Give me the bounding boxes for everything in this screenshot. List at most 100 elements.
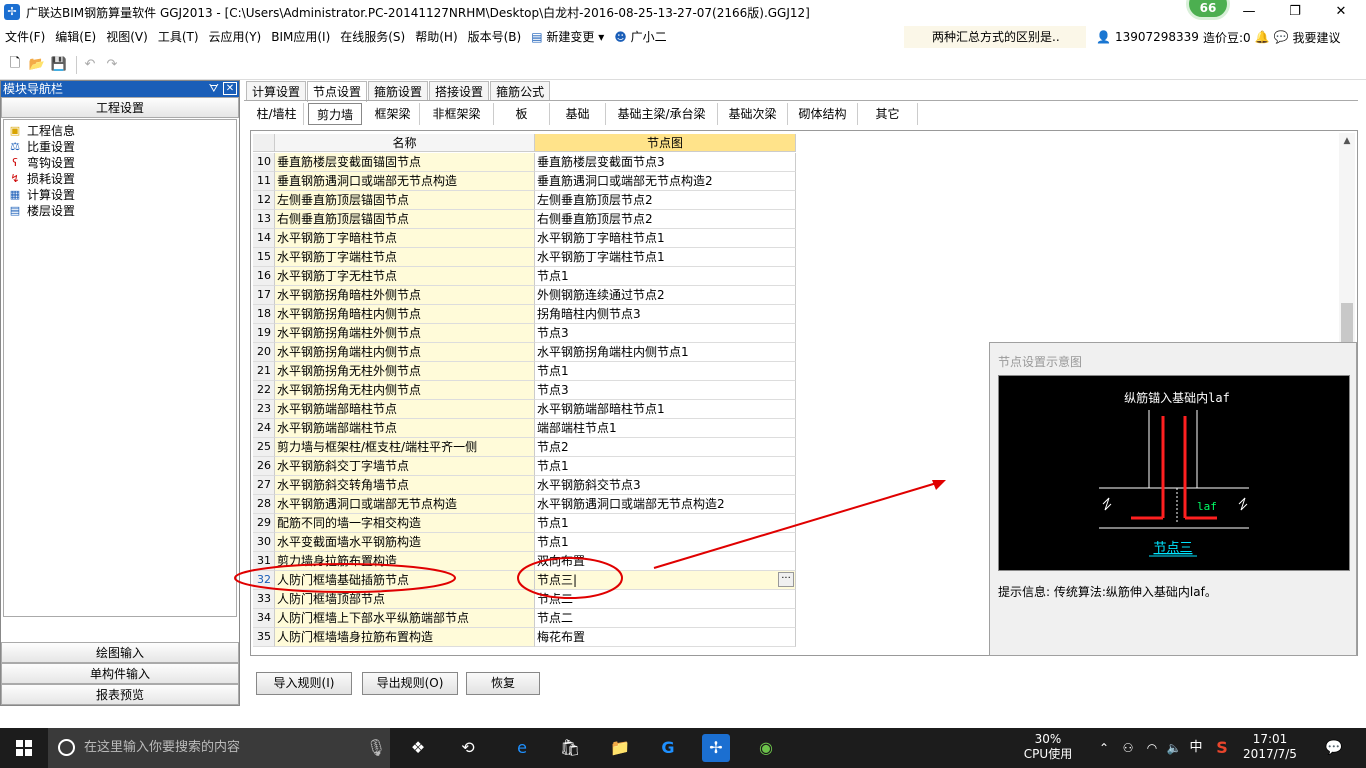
- row-node-cell[interactable]: 垂直筋楼层变截面节点3: [535, 153, 796, 172]
- tree-item-weight[interactable]: ⚖ 比重设置: [4, 139, 236, 155]
- table-row[interactable]: 35 人防门框墙墙身拉筋布置构造 梅花布置: [253, 628, 796, 647]
- menu-online[interactable]: 在线服务(S): [335, 24, 410, 50]
- menu-new-change[interactable]: ▤ 新建变更 ▾: [526, 24, 609, 50]
- table-row[interactable]: 16 水平钢筋丁字无柱节点 节点1: [253, 267, 796, 286]
- notification-center-icon[interactable]: 💬: [1320, 734, 1348, 762]
- tab-shear-wall[interactable]: 剪力墙: [308, 103, 362, 125]
- pin-icon[interactable]: ᗊ: [209, 81, 219, 97]
- menu-edit[interactable]: 编辑(E): [50, 24, 101, 50]
- header-name[interactable]: 名称: [275, 134, 535, 152]
- export-rules-button[interactable]: 导出规则(O): [362, 672, 458, 695]
- menu-file[interactable]: 文件(F): [0, 24, 50, 50]
- microphone-icon[interactable]: 🎙: [362, 734, 390, 762]
- row-node-cell[interactable]: 节点1: [535, 514, 796, 533]
- edge-icon[interactable]: e: [508, 734, 536, 762]
- menu-bim[interactable]: BIM应用(I): [266, 24, 335, 50]
- new-file-icon[interactable]: 🗋: [6, 56, 24, 74]
- table-row[interactable]: 18 水平钢筋拐角暗柱内侧节点 拐角暗柱内侧节点3: [253, 305, 796, 324]
- row-node-cell[interactable]: 水平钢筋端部暗柱节点1: [535, 400, 796, 419]
- undo-icon[interactable]: ↶: [81, 56, 99, 74]
- menu-view[interactable]: 视图(V): [101, 24, 153, 50]
- scroll-thumb[interactable]: [1341, 303, 1353, 343]
- row-node-cell[interactable]: 节点二: [535, 609, 796, 628]
- row-node-cell[interactable]: 节点1: [535, 362, 796, 381]
- suggest-link[interactable]: 我要建议: [1293, 29, 1341, 46]
- tree-item-project-info[interactable]: ▣ 工程信息: [4, 123, 236, 139]
- row-node-cell[interactable]: 水平钢筋斜交节点3: [535, 476, 796, 495]
- scroll-up-icon[interactable]: ▲: [1339, 133, 1355, 149]
- nav-section-draw[interactable]: 绘图输入: [1, 642, 239, 663]
- redo-icon[interactable]: ↷: [103, 56, 121, 74]
- row-node-cell[interactable]: 节点1: [535, 533, 796, 552]
- menu-cloud[interactable]: 云应用(Y): [204, 24, 267, 50]
- cpu-usage[interactable]: 30% CPU使用: [1020, 732, 1076, 762]
- table-row[interactable]: 21 水平钢筋拐角无柱外侧节点 节点1: [253, 362, 796, 381]
- row-node-cell[interactable]: 梅花布置: [535, 628, 796, 647]
- table-row[interactable]: 31 剪力墙身拉筋布置构造 双向布置: [253, 552, 796, 571]
- close-button[interactable]: ✕: [1318, 0, 1364, 24]
- bell-icon[interactable]: 🔔: [1255, 30, 1270, 44]
- tab-lap-settings[interactable]: 搭接设置: [429, 81, 490, 101]
- tree-item-hook[interactable]: ʕ 弯钩设置: [4, 155, 236, 171]
- table-row[interactable]: 20 水平钢筋拐角端柱内侧节点 水平钢筋拐角端柱内侧节点1: [253, 343, 796, 362]
- phone-label[interactable]: 13907298339: [1115, 30, 1199, 44]
- row-node-cell[interactable]: 右侧垂直筋顶层节点2: [535, 210, 796, 229]
- table-row[interactable]: 17 水平钢筋拐角暗柱外侧节点 外侧钢筋连续通过节点2: [253, 286, 796, 305]
- table-row[interactable]: 13 右侧垂直筋顶层锚固节点 右侧垂直筋顶层节点2: [253, 210, 796, 229]
- table-row[interactable]: 26 水平钢筋斜交丁字墙节点 节点1: [253, 457, 796, 476]
- table-row[interactable]: 32 人防门框墙基础插筋节点 节点三| ···: [253, 571, 796, 590]
- ellipsis-button[interactable]: ···: [778, 572, 794, 587]
- tab-stirrup-settings[interactable]: 箍筋设置: [368, 81, 429, 101]
- tab-slab[interactable]: 板: [494, 103, 550, 125]
- row-node-cell[interactable]: 拐角暗柱内侧节点3: [535, 305, 796, 324]
- menu-tools[interactable]: 工具(T): [153, 24, 204, 50]
- row-node-cell[interactable]: 水平钢筋丁字端柱节点1: [535, 248, 796, 267]
- row-node-cell[interactable]: 节点二: [535, 590, 796, 609]
- table-row[interactable]: 24 水平钢筋端部端柱节点 端部端柱节点1: [253, 419, 796, 438]
- nav-section-project-settings[interactable]: 工程设置: [1, 97, 239, 118]
- table-row[interactable]: 25 剪力墙与框架柱/框支柱/端柱平齐一侧 节点2: [253, 438, 796, 457]
- glodon-app-icon[interactable]: ✢: [702, 734, 730, 762]
- menu-help[interactable]: 帮助(H): [410, 24, 462, 50]
- row-node-cell[interactable]: 外侧钢筋连续通过节点2: [535, 286, 796, 305]
- tab-frame-beam[interactable]: 框架梁: [366, 103, 420, 125]
- tab-masonry[interactable]: 砌体结构: [788, 103, 858, 125]
- tab-foundation-secondary-beam[interactable]: 基础次梁: [718, 103, 788, 125]
- glodon-g-icon[interactable]: G: [654, 734, 682, 762]
- import-rules-button[interactable]: 导入规则(I): [256, 672, 352, 695]
- tab-nonframe-beam[interactable]: 非框架梁: [420, 103, 494, 125]
- tab-other[interactable]: 其它: [858, 103, 918, 125]
- restore-button[interactable]: 恢复: [466, 672, 540, 695]
- store-icon[interactable]: 🛍: [556, 734, 584, 762]
- tree-item-loss[interactable]: ↯ 损耗设置: [4, 171, 236, 187]
- tab-foundation-main-beam[interactable]: 基础主梁/承台梁: [606, 103, 718, 125]
- tree-item-floor[interactable]: ▤ 楼层设置: [4, 203, 236, 219]
- question-ticker[interactable]: 两种汇总方式的区别是..: [904, 26, 1086, 48]
- tab-node-settings[interactable]: 节点设置: [307, 81, 368, 102]
- table-row[interactable]: 19 水平钢筋拐角端柱外侧节点 节点3: [253, 324, 796, 343]
- maximize-button[interactable]: ❐: [1272, 0, 1318, 24]
- table-row[interactable]: 29 配筋不同的墙一字相交构造 节点1: [253, 514, 796, 533]
- table-row[interactable]: 34 人防门框墙上下部水平纵筋端部节点 节点二: [253, 609, 796, 628]
- minimize-button[interactable]: —: [1226, 0, 1272, 24]
- browser-360-icon[interactable]: ⟲: [454, 734, 482, 762]
- browser-green-icon[interactable]: ◉: [752, 734, 780, 762]
- file-explorer-icon[interactable]: 📁: [606, 734, 634, 762]
- open-folder-icon[interactable]: 📂: [28, 56, 46, 74]
- table-row[interactable]: 15 水平钢筋丁字端柱节点 水平钢筋丁字端柱节点1: [253, 248, 796, 267]
- table-row[interactable]: 14 水平钢筋丁字暗柱节点 水平钢筋丁字暗柱节点1: [253, 229, 796, 248]
- row-node-cell[interactable]: 水平钢筋遇洞口或端部无节点构造2: [535, 495, 796, 514]
- nav-section-single[interactable]: 单构件输入: [1, 663, 239, 684]
- save-icon[interactable]: 💾: [50, 56, 68, 74]
- nav-section-report[interactable]: 报表预览: [1, 684, 239, 705]
- row-node-cell[interactable]: 水平钢筋拐角端柱内侧节点1: [535, 343, 796, 362]
- row-node-cell[interactable]: 垂直筋遇洞口或端部无节点构造2: [535, 172, 796, 191]
- ime-indicator[interactable]: 中: [1182, 734, 1210, 762]
- row-node-cell[interactable]: 左侧垂直筋顶层节点2: [535, 191, 796, 210]
- row-node-cell[interactable]: 节点3: [535, 324, 796, 343]
- row-node-cell[interactable]: 双向布置: [535, 552, 796, 571]
- table-row[interactable]: 22 水平钢筋拐角无柱内侧节点 节点3: [253, 381, 796, 400]
- task-view-icon[interactable]: ❖: [404, 734, 432, 762]
- tab-calc-settings[interactable]: 计算设置: [246, 81, 307, 101]
- row-node-cell[interactable]: 端部端柱节点1: [535, 419, 796, 438]
